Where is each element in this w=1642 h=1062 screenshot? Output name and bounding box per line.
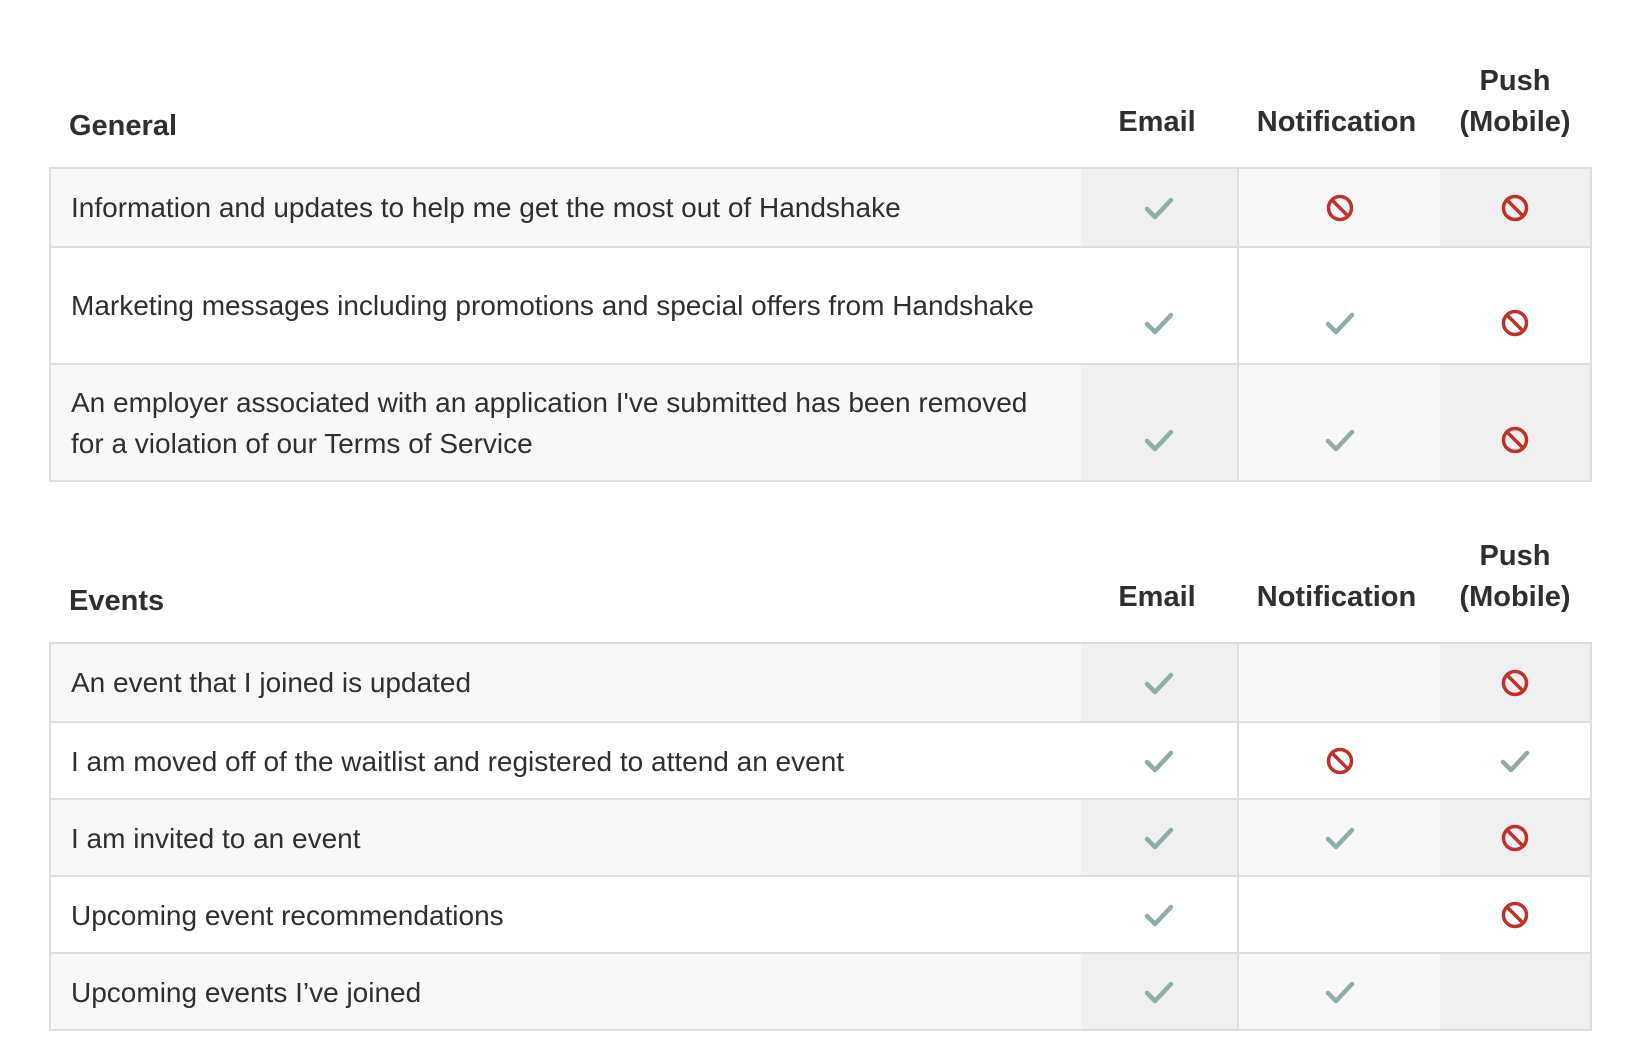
check-icon	[1325, 429, 1354, 452]
section-events: Events Email Notification Push (Mobile) A…	[49, 531, 1592, 1031]
section-header: General Email Notification Push (Mobile)	[49, 56, 1592, 167]
blocked-icon	[1501, 669, 1529, 696]
row-label: Upcoming event recommendations	[71, 900, 504, 931]
settings-table: An event that I joined is updated I am m…	[49, 642, 1592, 1031]
notification-toggle[interactable]	[1237, 644, 1440, 721]
row-label: Upcoming events I’ve joined	[71, 977, 422, 1008]
row-label: I am moved off of the waitlist and regis…	[71, 746, 845, 777]
check-icon	[1325, 981, 1354, 1003]
notification-toggle[interactable]	[1237, 800, 1440, 875]
push-toggle[interactable]	[1440, 954, 1590, 1029]
blocked-icon	[1501, 194, 1529, 221]
push-toggle[interactable]	[1440, 169, 1590, 246]
table-row: Information and updates to help me get t…	[51, 169, 1590, 246]
email-toggle[interactable]	[1081, 723, 1237, 798]
table-row: Marketing messages including promotions …	[51, 246, 1590, 363]
email-toggle[interactable]	[1081, 169, 1237, 246]
section-header: Events Email Notification Push (Mobile)	[49, 531, 1592, 642]
blocked-icon	[1326, 747, 1353, 774]
email-toggle[interactable]	[1081, 800, 1237, 875]
table-row: Upcoming events I’ve joined	[51, 952, 1590, 1029]
row-label: Information and updates to help me get t…	[71, 192, 901, 223]
notification-toggle[interactable]	[1237, 877, 1440, 952]
column-header-push-line1: Push	[1479, 540, 1551, 572]
table-row: An event that I joined is updated	[51, 644, 1590, 721]
notification-toggle[interactable]	[1237, 954, 1440, 1029]
column-header-email: Email	[1118, 581, 1196, 613]
column-header-notification: Notification	[1256, 106, 1417, 138]
blocked-icon	[1501, 824, 1529, 851]
table-row: An employer associated with an applicati…	[51, 363, 1590, 480]
column-header-push-line2: (Mobile)	[1459, 581, 1571, 613]
check-icon	[1144, 750, 1174, 772]
push-toggle[interactable]	[1440, 248, 1590, 363]
push-toggle[interactable]	[1440, 877, 1590, 952]
blocked-icon	[1501, 901, 1529, 928]
row-label: An employer associated with an applicati…	[71, 386, 1028, 459]
push-toggle[interactable]	[1440, 365, 1590, 480]
check-icon	[1500, 750, 1530, 772]
email-toggle[interactable]	[1081, 954, 1237, 1029]
check-icon	[1144, 672, 1174, 694]
section-title: Events	[69, 585, 165, 617]
section-general: General Email Notification Push (Mobile) …	[49, 56, 1592, 482]
column-header-push: Push (Mobile)	[1438, 61, 1592, 143]
column-header-push-line2: (Mobile)	[1459, 106, 1571, 138]
check-icon	[1144, 197, 1174, 219]
column-header-email: Email	[1118, 106, 1196, 138]
notification-toggle[interactable]	[1237, 723, 1440, 798]
check-icon	[1144, 827, 1174, 849]
blocked-icon	[1501, 309, 1529, 337]
check-icon	[1144, 312, 1174, 335]
row-label: Marketing messages including promotions …	[71, 290, 1034, 321]
notification-toggle[interactable]	[1237, 365, 1440, 480]
check-icon	[1144, 981, 1174, 1003]
push-toggle[interactable]	[1440, 723, 1590, 798]
row-label: I am invited to an event	[71, 823, 361, 854]
table-row: I am invited to an event	[51, 798, 1590, 875]
email-toggle[interactable]	[1081, 644, 1237, 721]
push-toggle[interactable]	[1440, 800, 1590, 875]
column-header-push-line1: Push	[1479, 65, 1551, 97]
check-icon	[1144, 429, 1174, 452]
push-toggle[interactable]	[1440, 644, 1590, 721]
row-label: An event that I joined is updated	[71, 667, 472, 698]
check-icon	[1144, 904, 1174, 926]
email-toggle[interactable]	[1081, 248, 1237, 363]
notification-settings-page: General Email Notification Push (Mobile) …	[0, 0, 1642, 1062]
check-icon	[1325, 312, 1354, 335]
column-header-push: Push (Mobile)	[1438, 536, 1592, 618]
email-toggle[interactable]	[1081, 365, 1237, 480]
check-icon	[1325, 827, 1354, 849]
blocked-icon	[1501, 426, 1529, 454]
section-title: General	[69, 110, 177, 142]
column-header-notification: Notification	[1256, 581, 1417, 613]
table-row: I am moved off of the waitlist and regis…	[51, 721, 1590, 798]
email-toggle[interactable]	[1081, 877, 1237, 952]
notification-toggle[interactable]	[1237, 169, 1440, 246]
table-row: Upcoming event recommendations	[51, 875, 1590, 952]
settings-table: Information and updates to help me get t…	[49, 167, 1592, 482]
notification-toggle[interactable]	[1237, 248, 1440, 363]
blocked-icon	[1326, 194, 1353, 221]
